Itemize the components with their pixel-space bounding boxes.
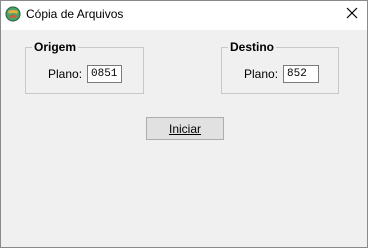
app-globe-icon: [5, 6, 21, 22]
close-icon: [346, 7, 358, 22]
window-title: Cópia de Arquivos: [26, 7, 124, 21]
destino-group: Destino Plano:: [221, 40, 339, 94]
destino-plano-input[interactable]: [283, 65, 319, 83]
client-area: Origem Plano: Destino Plano: Iniciar: [1, 30, 367, 247]
iniciar-button[interactable]: Iniciar: [146, 117, 224, 140]
origem-legend: Origem: [32, 40, 79, 54]
close-button[interactable]: [337, 1, 367, 28]
origem-plano-label: Plano:: [48, 67, 83, 81]
app-window: Cópia de Arquivos Origem Plano: Destino …: [0, 0, 368, 248]
origem-group: Origem Plano:: [25, 40, 144, 94]
destino-legend: Destino: [228, 40, 277, 54]
origem-plano-input[interactable]: [87, 65, 122, 83]
title-bar[interactable]: Cópia de Arquivos: [1, 1, 367, 30]
destino-plano-label: Plano:: [244, 67, 279, 81]
